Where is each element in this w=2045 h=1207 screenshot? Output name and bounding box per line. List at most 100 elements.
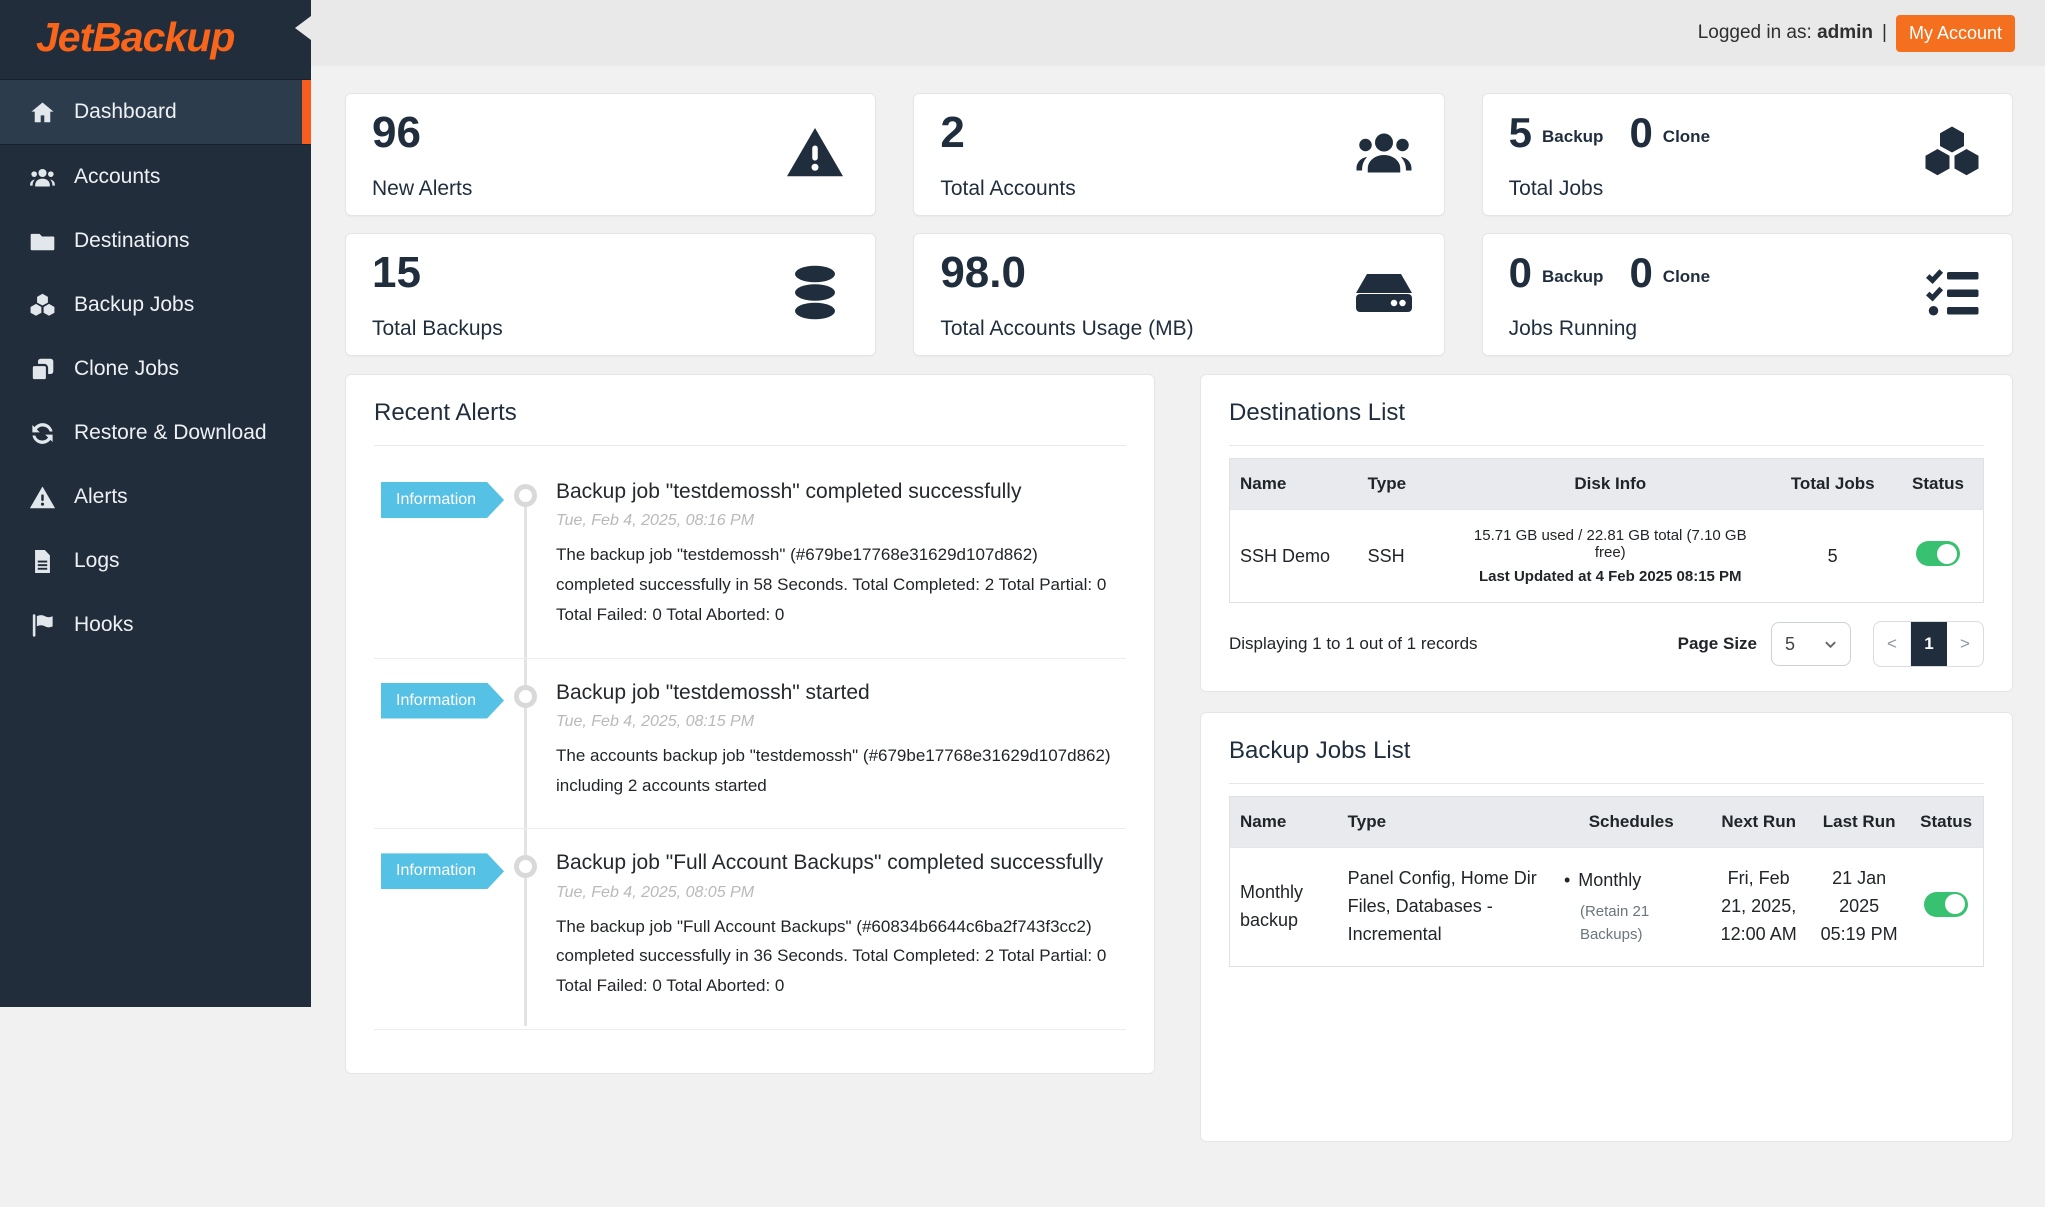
page-number-button[interactable]: 1: [1911, 622, 1947, 666]
stat-card-total-jobs: 5 Backup 0 Clone Total Jobs: [1482, 93, 2013, 216]
timeline-marker-icon: [514, 855, 537, 878]
sidebar-item-hooks[interactable]: Hooks: [0, 593, 311, 657]
sidebar-item-label: Dashboard: [74, 100, 177, 124]
sidebar-item-label: Logs: [74, 549, 120, 573]
stat-card-total-backups: 15 Total Backups: [345, 233, 876, 356]
sync-icon: [27, 420, 57, 447]
table-header-row: Name Type Disk Info Total Jobs Status: [1230, 459, 1984, 510]
schedule-name: Monthly: [1578, 870, 1641, 890]
panel-title: Destinations List: [1229, 399, 1984, 427]
stat-label: Total Backups: [372, 317, 503, 341]
table-row: Monthly backup Panel Config, Home Dir Fi…: [1230, 848, 1984, 967]
alert-item: Information Backup job "testdemossh" com…: [374, 458, 1126, 659]
sidebar-nav: Dashboard Accounts Destinations Backup J…: [0, 79, 311, 657]
alert-severity-badge: Information: [381, 482, 504, 518]
stat-label: Total Jobs: [1509, 177, 1604, 201]
sidebar-item-accounts[interactable]: Accounts: [0, 145, 311, 209]
stat-value: 2: [940, 108, 1417, 159]
panel-title: Recent Alerts: [374, 399, 1126, 427]
alert-body: The accounts backup job "testdemossh" (#…: [556, 741, 1120, 801]
job-name: Monthly backup: [1230, 848, 1338, 967]
column-header-next-run: Next Run: [1708, 797, 1808, 848]
my-account-button[interactable]: My Account: [1896, 15, 2015, 52]
stat-value: 98.0: [940, 248, 1417, 299]
page-size-select[interactable]: 5: [1771, 622, 1851, 666]
file-icon: [27, 548, 57, 575]
schedule-retention-note: (Retain 21 Backups): [1564, 901, 1699, 946]
warning-triangle-icon: [27, 484, 57, 511]
stat-label: Total Accounts: [940, 177, 1075, 201]
sidebar-item-label: Alerts: [74, 485, 128, 509]
disk-last-updated: Last Updated at 4 Feb 2025 08:15 PM: [1458, 568, 1762, 585]
alert-timestamp: Tue, Feb 4, 2025, 08:15 PM: [556, 713, 1120, 731]
stat-card-new-alerts: 96 New Alerts: [345, 93, 876, 216]
divider: [1229, 445, 1984, 446]
username: admin: [1817, 22, 1873, 43]
sidebar: JetBackup Dashboard Accounts Destination…: [0, 0, 311, 1007]
destination-name: SSH Demo: [1230, 510, 1358, 603]
flag-icon: [27, 612, 57, 639]
stat-card-accounts-usage: 98.0 Total Accounts Usage (MB): [913, 233, 1444, 356]
job-status: [1909, 848, 1983, 967]
column-header-type: Type: [1358, 459, 1448, 510]
alert-body: The backup job "Full Account Backups" (#…: [556, 912, 1120, 1001]
status-toggle[interactable]: [1916, 541, 1960, 566]
timeline-marker-icon: [514, 685, 537, 708]
divider: [1229, 783, 1984, 784]
database-icon: [785, 262, 845, 327]
sidebar-item-logs[interactable]: Logs: [0, 529, 311, 593]
sidebar-item-label: Clone Jobs: [74, 357, 179, 381]
clone-icon: [27, 356, 57, 383]
next-page-button[interactable]: >: [1947, 622, 1983, 666]
status-toggle[interactable]: [1924, 892, 1968, 917]
bullet-icon: •: [1564, 870, 1570, 890]
jetbackup-logo: JetBackup: [36, 14, 234, 61]
sidebar-item-clone-jobs[interactable]: Clone Jobs: [0, 337, 311, 401]
prev-page-button[interactable]: <: [1874, 622, 1911, 666]
column-header-total-jobs: Total Jobs: [1772, 459, 1893, 510]
dashboard-columns: Recent Alerts Information Backup job "te…: [345, 374, 2013, 1142]
sidebar-item-restore-download[interactable]: Restore & Download: [0, 401, 311, 465]
column-header-name: Name: [1230, 797, 1338, 848]
logo-area: JetBackup: [0, 0, 311, 74]
sidebar-collapse-icon[interactable]: [295, 16, 311, 40]
stat-label: New Alerts: [372, 177, 472, 201]
panel-title: Backup Jobs List: [1229, 737, 1984, 765]
destination-total-jobs: 5: [1772, 510, 1893, 603]
sidebar-item-destinations[interactable]: Destinations: [0, 209, 311, 273]
tasks-icon: [1922, 262, 1982, 327]
divider: [374, 445, 1126, 446]
users-icon: [1354, 122, 1414, 187]
backup-count: 5: [1509, 112, 1532, 154]
alert-item: Information Backup job "testdemossh" sta…: [374, 659, 1126, 830]
alert-timestamp: Tue, Feb 4, 2025, 08:16 PM: [556, 512, 1120, 530]
clone-count: 0: [1629, 112, 1652, 154]
column-header-status: Status: [1893, 459, 1984, 510]
job-schedules: • Monthly (Retain 21 Backups): [1554, 848, 1709, 967]
logged-in-text: Logged in as: admin: [1698, 22, 1873, 44]
sidebar-item-label: Accounts: [74, 165, 160, 189]
warning-triangle-icon: [785, 122, 845, 187]
destination-disk-info: 15.71 GB used / 22.81 GB total (7.10 GB …: [1448, 510, 1772, 603]
sidebar-item-alerts[interactable]: Alerts: [0, 465, 311, 529]
topbar: Logged in as: admin | My Account: [311, 0, 2045, 66]
alert-timestamp: Tue, Feb 4, 2025, 08:05 PM: [556, 884, 1120, 902]
pagination: < 1 >: [1873, 621, 1984, 667]
stat-label: Total Accounts Usage (MB): [940, 317, 1193, 341]
stat-combo: 0 Backup 0 Clone: [1509, 252, 1986, 294]
alert-body: The backup job "testdemossh" (#679be1776…: [556, 540, 1120, 629]
stats-grid: 96 New Alerts 2 Total Accounts 5 Backup …: [345, 93, 2013, 356]
hdd-icon: [1354, 262, 1414, 327]
sidebar-item-label: Destinations: [74, 229, 190, 253]
destination-status: [1893, 510, 1984, 603]
backup-unit-label: Backup: [1542, 127, 1603, 154]
stat-value: 96: [372, 108, 849, 159]
table-footer: Displaying 1 to 1 out of 1 records Page …: [1229, 621, 1984, 667]
sidebar-item-dashboard[interactable]: Dashboard: [0, 79, 311, 145]
recent-alerts-panel: Recent Alerts Information Backup job "te…: [345, 374, 1155, 1074]
stat-combo: 5 Backup 0 Clone: [1509, 112, 1986, 154]
clone-unit-label: Clone: [1663, 127, 1710, 154]
cubes-icon: [27, 292, 57, 319]
sidebar-item-backup-jobs[interactable]: Backup Jobs: [0, 273, 311, 337]
column-header-last-run: Last Run: [1809, 797, 1909, 848]
